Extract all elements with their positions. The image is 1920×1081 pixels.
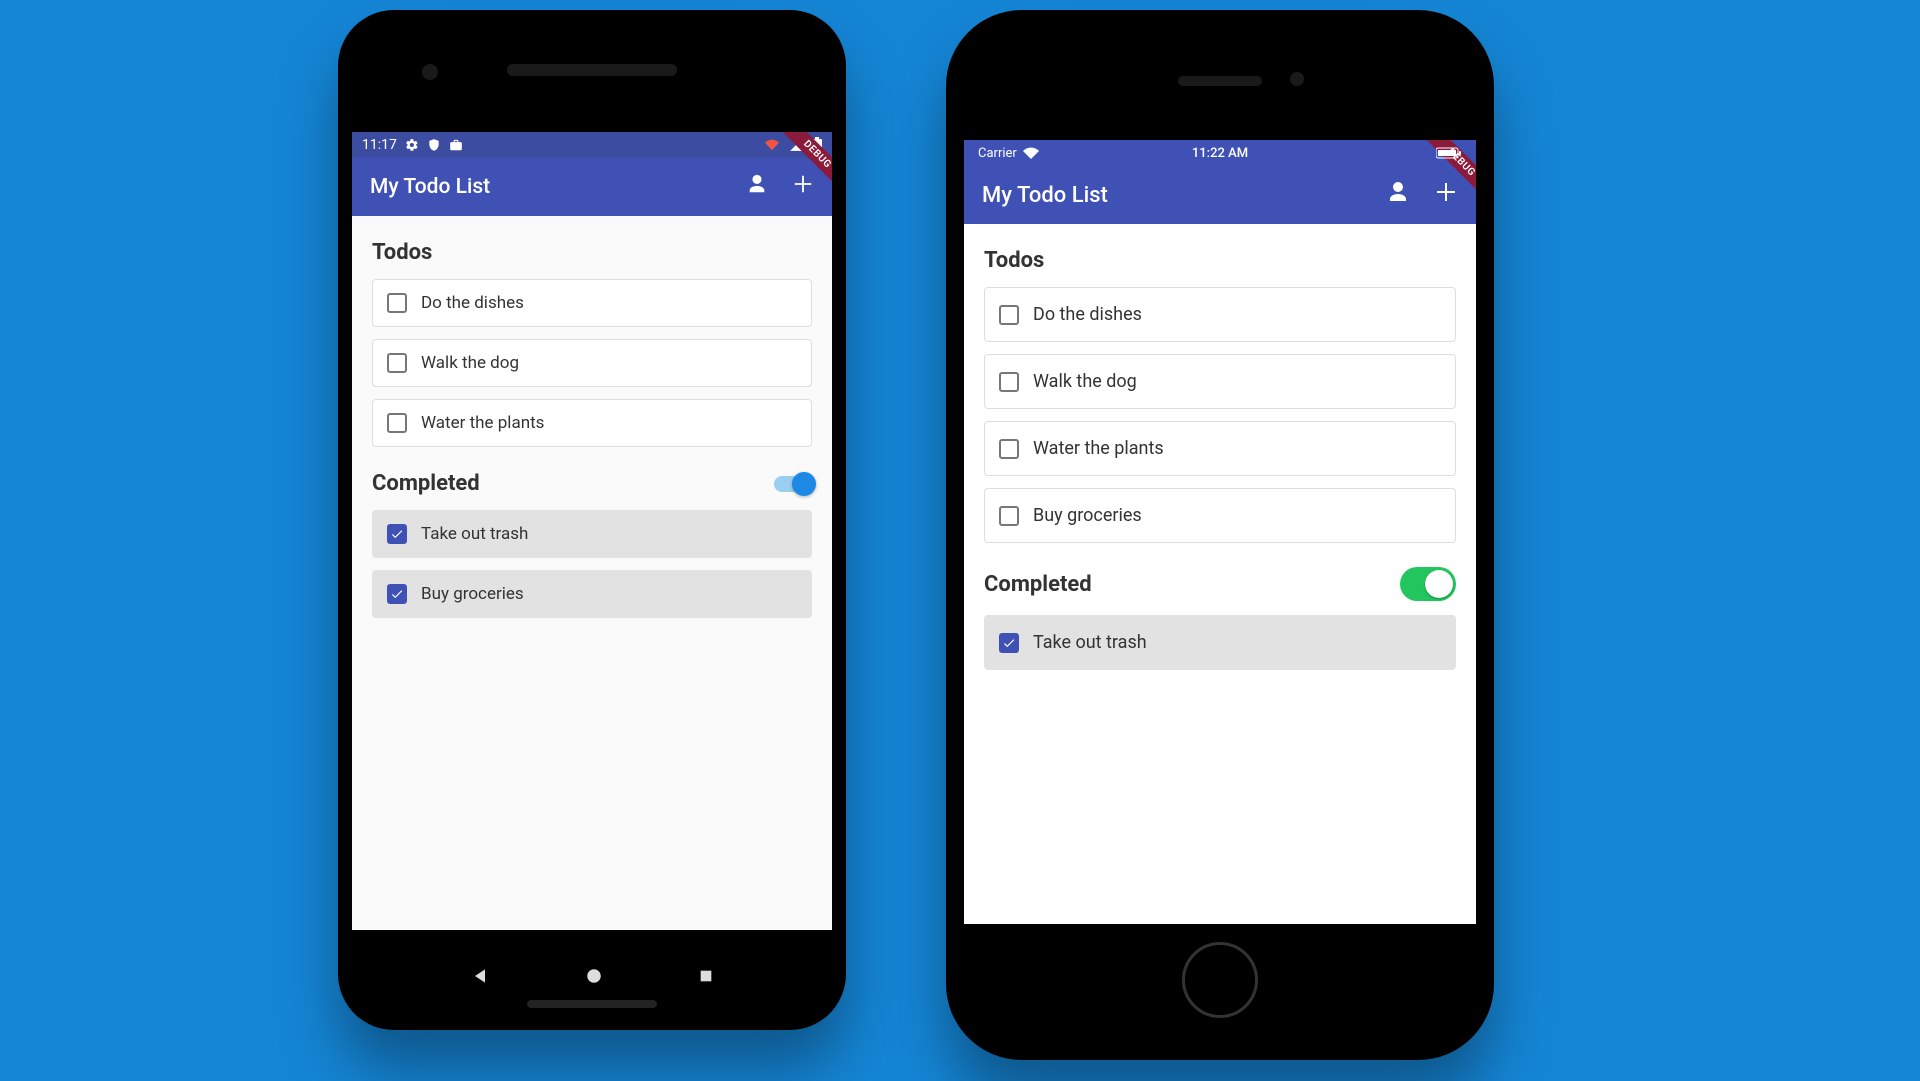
completed-toggle[interactable]	[1400, 567, 1456, 601]
add-button[interactable]	[1434, 180, 1458, 210]
todo-label: Take out trash	[421, 524, 528, 544]
checkbox[interactable]	[999, 506, 1019, 526]
todo-label: Do the dishes	[1033, 304, 1142, 325]
briefcase-icon	[449, 138, 463, 152]
checkbox[interactable]	[387, 413, 407, 433]
ios-app-bar: DEBUG My Todo List	[964, 166, 1476, 224]
todo-item[interactable]: Water the plants	[984, 421, 1456, 476]
shield-icon	[427, 138, 441, 152]
profile-button[interactable]	[746, 173, 768, 201]
ios-screen: Carrier 11:22 AM DEBUG My Todo List	[964, 140, 1476, 924]
status-time: 11:17	[362, 137, 397, 153]
todo-label: Water the plants	[1033, 438, 1164, 459]
todo-label: Take out trash	[1033, 632, 1147, 653]
checkbox[interactable]	[387, 353, 407, 373]
todo-label: Water the plants	[421, 413, 544, 433]
android-status-bar: 11:17	[352, 132, 832, 158]
app-title: My Todo List	[370, 175, 490, 199]
checkbox[interactable]	[387, 524, 407, 544]
android-phone-frame: 11:17 DEBUG My Todo List	[338, 10, 846, 1030]
completed-list: Take out trash	[984, 615, 1456, 670]
todos-list: Do the dishes Walk the dog Water the plant…	[372, 279, 812, 447]
battery-icon	[1436, 147, 1462, 159]
todo-item[interactable]: Walk the dog	[372, 339, 812, 387]
plus-icon	[792, 173, 814, 195]
completed-section-title: Completed	[372, 471, 480, 496]
wifi-icon	[764, 138, 780, 152]
checkbox[interactable]	[999, 633, 1019, 653]
plus-icon	[1434, 180, 1458, 204]
completed-section-title: Completed	[984, 572, 1092, 597]
nav-back-icon[interactable]	[470, 966, 490, 986]
todo-label: Walk the dog	[421, 353, 519, 373]
checkbox[interactable]	[999, 372, 1019, 392]
person-icon	[746, 173, 768, 195]
status-carrier: Carrier	[978, 146, 1017, 161]
todo-item[interactable]: Do the dishes	[984, 287, 1456, 342]
todo-item[interactable]: Buy groceries	[372, 570, 812, 618]
home-button[interactable]	[1182, 942, 1258, 1018]
gear-icon	[405, 138, 419, 152]
checkbox[interactable]	[999, 305, 1019, 325]
android-app-bar: DEBUG My Todo List	[352, 158, 832, 216]
person-icon	[1386, 180, 1410, 204]
ios-phone-frame: Carrier 11:22 AM DEBUG My Todo List	[946, 10, 1494, 1060]
checkbox[interactable]	[387, 584, 407, 604]
android-screen: 11:17 DEBUG My Todo List	[352, 132, 832, 930]
todo-item[interactable]: Take out trash	[372, 510, 812, 558]
checkbox[interactable]	[999, 439, 1019, 459]
todo-item[interactable]: Do the dishes	[372, 279, 812, 327]
add-button[interactable]	[792, 173, 814, 201]
todo-label: Do the dishes	[421, 293, 524, 313]
todo-item[interactable]: Take out trash	[984, 615, 1456, 670]
todo-item[interactable]: Buy groceries	[984, 488, 1456, 543]
app-title: My Todo List	[982, 183, 1108, 208]
nav-home-icon[interactable]	[585, 967, 603, 985]
completed-list: Take out trash Buy groceries	[372, 510, 812, 618]
nav-recent-icon[interactable]	[698, 968, 714, 984]
profile-button[interactable]	[1386, 180, 1410, 210]
todo-label: Walk the dog	[1033, 371, 1137, 392]
todo-label: Buy groceries	[421, 584, 524, 604]
todos-list: Do the dishes Walk the dog Water the plant…	[984, 287, 1456, 543]
todos-section-title: Todos	[372, 240, 812, 265]
todos-section-title: Todos	[984, 248, 1456, 273]
status-time: 11:22 AM	[964, 146, 1476, 161]
completed-toggle[interactable]	[774, 476, 812, 492]
todo-item[interactable]: Walk the dog	[984, 354, 1456, 409]
ios-status-bar: Carrier 11:22 AM	[964, 140, 1476, 166]
todo-label: Buy groceries	[1033, 505, 1142, 526]
checkbox[interactable]	[387, 293, 407, 313]
wifi-icon	[1023, 147, 1039, 159]
todo-item[interactable]: Water the plants	[372, 399, 812, 447]
